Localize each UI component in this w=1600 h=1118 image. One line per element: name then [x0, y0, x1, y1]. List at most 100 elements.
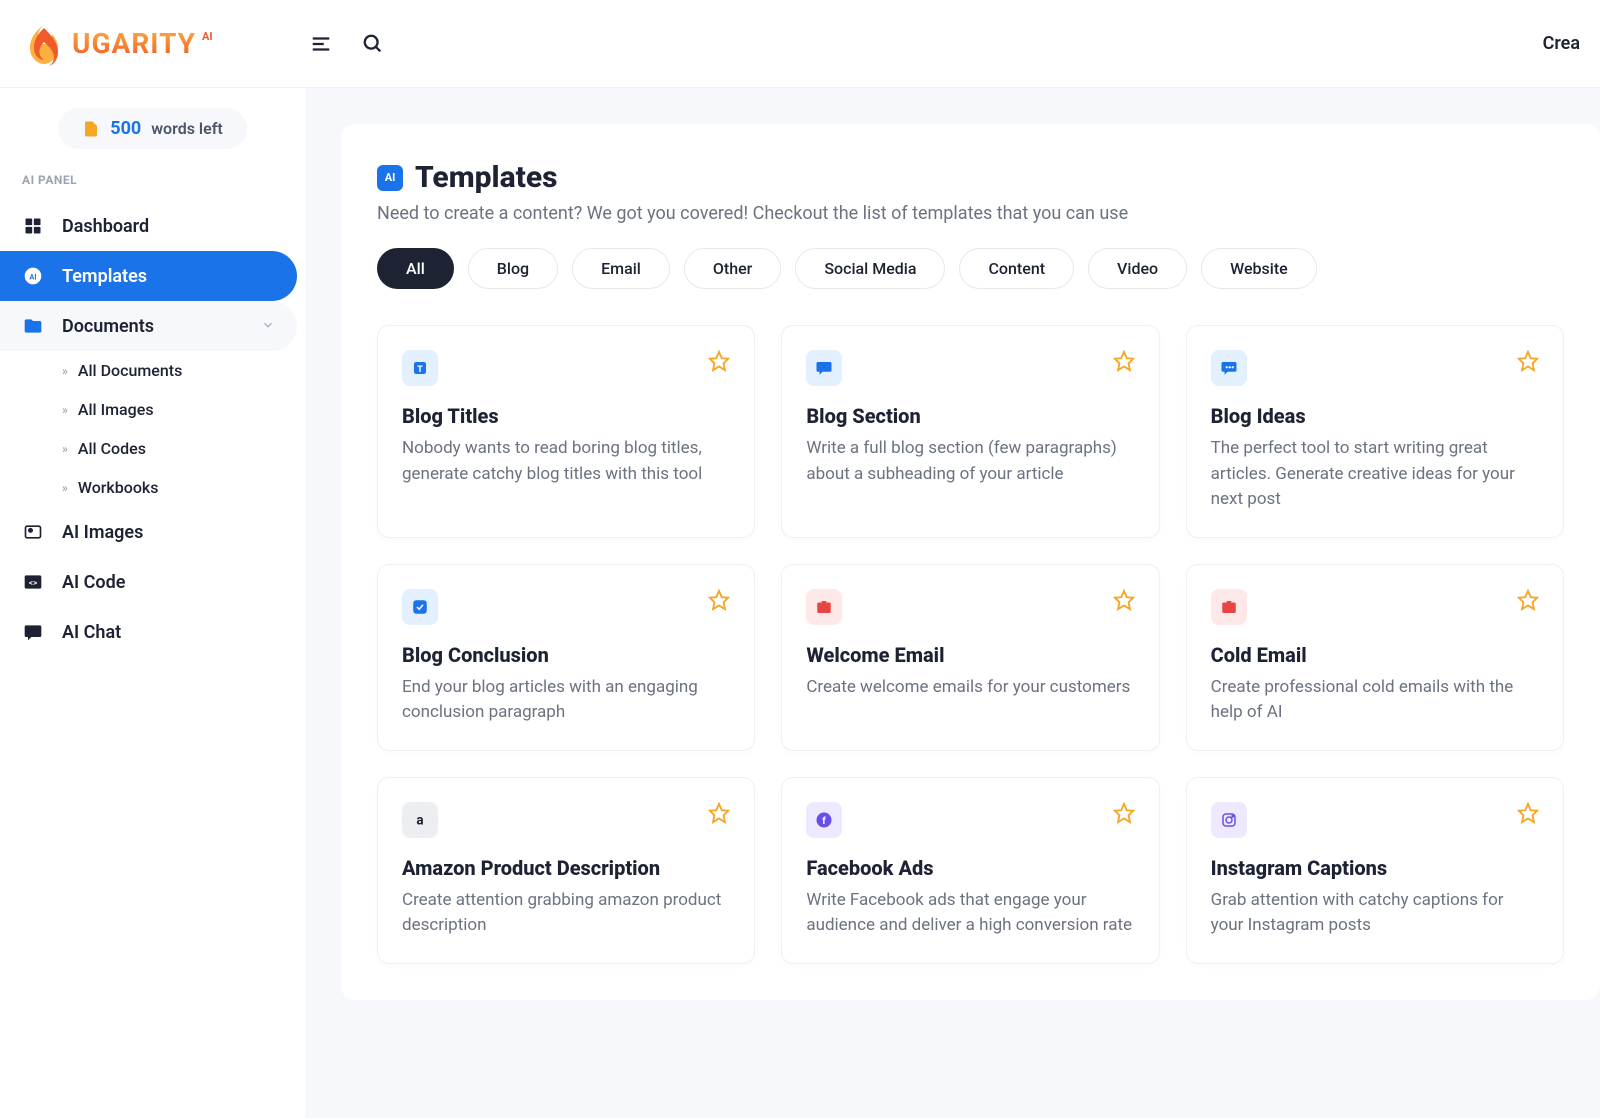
caret-icon: »	[62, 364, 68, 378]
subitem-all-documents[interactable]: » All Documents	[62, 351, 305, 390]
filter-all[interactable]: All	[377, 248, 454, 289]
star-icon[interactable]	[1517, 589, 1539, 611]
caret-icon: »	[62, 442, 68, 456]
card-top-row	[806, 350, 1134, 386]
template-description: Create attention grabbing amazon product…	[402, 888, 730, 939]
star-icon[interactable]	[708, 350, 730, 372]
template-type-icon	[1211, 589, 1247, 625]
star-icon[interactable]	[708, 589, 730, 611]
template-card[interactable]: f Facebook Ads Write Facebook ads that eng…	[781, 777, 1159, 964]
sidebar-item-ai-code[interactable]: <> AI Code	[0, 557, 297, 607]
star-icon[interactable]	[1517, 802, 1539, 824]
template-description: Write a full blog section (few paragraph…	[806, 436, 1134, 487]
sidebar-item-label: Templates	[62, 266, 147, 287]
template-card[interactable]: TBlog TitlesNobody wants to read boring …	[377, 325, 755, 538]
template-type-icon	[1211, 350, 1247, 386]
template-description: Create professional cold emails with the…	[1211, 675, 1539, 726]
card-top-row: f	[806, 802, 1134, 838]
subitem-label: All Documents	[78, 361, 183, 380]
template-card[interactable]: Blog IdeasThe perfect tool to start writ…	[1186, 325, 1564, 538]
svg-text:f: f	[823, 815, 827, 826]
card-top-row	[806, 589, 1134, 625]
star-icon[interactable]	[708, 802, 730, 824]
page-title: Templates	[415, 160, 558, 195]
search-icon[interactable]	[362, 33, 384, 55]
sidebar-item-label: Documents	[62, 316, 154, 337]
sidebar-item-documents[interactable]: Documents	[0, 301, 297, 351]
panel-section-label: AI PANEL	[0, 173, 305, 201]
sidebar-item-templates[interactable]: AI Templates	[0, 251, 297, 301]
subitem-all-images[interactable]: »All Images	[62, 390, 305, 429]
template-title: Cold Email	[1211, 643, 1539, 667]
template-card[interactable]: a Amazon Product Description Create attent…	[377, 777, 755, 964]
filter-blog[interactable]: Blog	[468, 248, 558, 289]
star-icon[interactable]	[1113, 350, 1135, 372]
words-left-badge: 500 words left	[58, 108, 247, 149]
logo-area: UGARITY AI	[20, 20, 310, 68]
words-label: words left	[151, 119, 223, 138]
filter-website[interactable]: Website	[1201, 248, 1317, 289]
header-right-text[interactable]: Crea	[1543, 33, 1580, 54]
logo[interactable]: UGARITY AI	[20, 20, 213, 68]
filter-video[interactable]: Video	[1088, 248, 1187, 289]
subitem-all-codes[interactable]: » All Codes	[62, 429, 305, 468]
template-title: Amazon Product Description	[402, 856, 730, 880]
words-count: 500	[110, 118, 141, 139]
svg-text:T: T	[417, 365, 423, 375]
template-title: Blog Section	[806, 404, 1134, 428]
template-title: Facebook Ads	[806, 856, 1134, 880]
code-icon: <>	[22, 571, 44, 593]
sidebar-item-label: AI Chat	[62, 622, 121, 643]
star-icon[interactable]	[1517, 350, 1539, 372]
sidebar-item-label: Dashboard	[62, 216, 149, 237]
folder-icon	[22, 315, 44, 337]
caret-icon: »	[62, 403, 68, 417]
logo-ai-badge: AI	[202, 30, 213, 43]
image-icon	[22, 521, 44, 543]
template-card[interactable]: Blog Section Write a full blog section (f…	[781, 325, 1159, 538]
svg-text:AI: AI	[29, 272, 36, 281]
top-header: UGARITY AI Crea	[0, 0, 1600, 88]
template-type-icon: a	[402, 802, 438, 838]
main-content: AI Templates Need to create a content? W…	[305, 88, 1600, 1118]
template-description: End your blog articles with an engaging …	[402, 675, 730, 726]
subitem-label: All Codes	[78, 439, 146, 458]
content-card: AI Templates Need to create a content? W…	[341, 124, 1600, 1000]
card-top-row	[1211, 802, 1539, 838]
filter-email[interactable]: Email	[572, 248, 670, 289]
template-card[interactable]: Blog ConclusionEnd your blog articles wi…	[377, 564, 755, 751]
documents-submenu: »All Documents »All Images »All Codes »W…	[0, 351, 305, 507]
card-top-row	[402, 589, 730, 625]
sidebar-item-ai-images[interactable]: AI Images	[0, 507, 297, 557]
sidebar-item-ai-chat[interactable]: AI Chat	[0, 607, 297, 657]
header-icons	[310, 33, 384, 55]
template-type-icon	[806, 589, 842, 625]
star-icon[interactable]	[1113, 802, 1135, 824]
template-title: Blog Ideas	[1211, 404, 1539, 428]
chat-icon	[22, 621, 44, 643]
card-top-row	[1211, 350, 1539, 386]
dashboard-icon	[22, 215, 44, 237]
filter-content[interactable]: Content	[959, 248, 1074, 289]
card-top-row: T	[402, 350, 730, 386]
template-card[interactable]: Welcome EmailCreate welcome emails for y…	[781, 564, 1159, 751]
template-card[interactable]: Cold Email Create professional cold email…	[1186, 564, 1564, 751]
sidebar-item-dashboard[interactable]: Dashboard	[0, 201, 297, 251]
logo-flame-icon	[20, 20, 68, 68]
star-icon[interactable]	[1113, 589, 1135, 611]
filter-other[interactable]: Other	[684, 248, 781, 289]
template-card[interactable]: Instagram CaptionsGrab attention with ca…	[1186, 777, 1564, 964]
filter-social-media[interactable]: Social Media	[795, 248, 945, 289]
template-type-icon	[402, 589, 438, 625]
subitem-workbooks[interactable]: »Workbooks	[62, 468, 305, 507]
logo-text: UGARITY	[72, 27, 196, 60]
template-description: Write Facebook ads that engage your audi…	[806, 888, 1134, 939]
template-description: Nobody wants to read boring blog titles,…	[402, 436, 730, 487]
template-type-icon: T	[402, 350, 438, 386]
page-subtitle: Need to create a content? We got you cov…	[377, 203, 1564, 224]
document-icon	[82, 120, 100, 138]
template-type-icon	[806, 350, 842, 386]
subitem-label: Workbooks	[78, 478, 159, 497]
menu-toggle-icon[interactable]	[310, 33, 332, 55]
card-top-row: a	[402, 802, 730, 838]
